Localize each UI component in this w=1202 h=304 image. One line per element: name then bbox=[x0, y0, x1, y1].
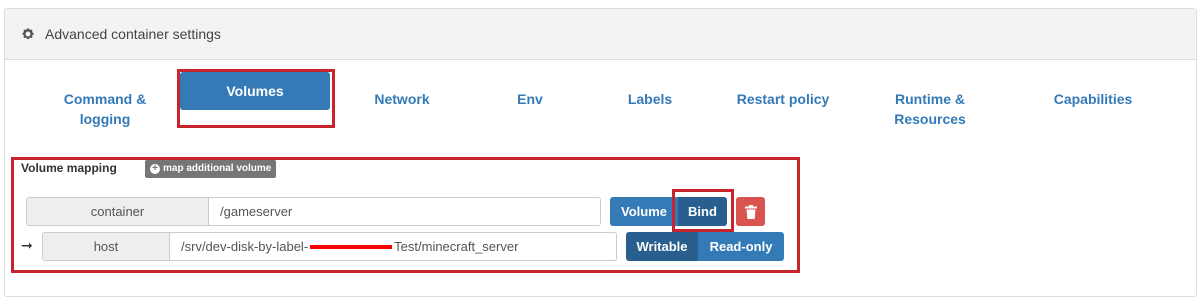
redaction-mark bbox=[310, 244, 393, 249]
tab-label-line: Runtime & bbox=[895, 91, 965, 107]
map-additional-volume-button[interactable]: + map additional volume bbox=[145, 160, 277, 178]
volume-mapping-label: Volume mapping bbox=[21, 161, 117, 175]
arrow-right-icon: ➞ bbox=[21, 237, 33, 253]
tab-command-logging[interactable]: Command & logging bbox=[55, 89, 155, 129]
tab-restart-policy[interactable]: Restart policy bbox=[722, 89, 844, 109]
host-addon: host bbox=[42, 232, 170, 261]
trash-icon bbox=[744, 205, 757, 219]
tab-network[interactable]: Network bbox=[352, 89, 452, 109]
tab-label-line: Command & bbox=[63, 91, 147, 107]
bind-type-button[interactable]: Bind bbox=[678, 197, 727, 226]
tab-label-line: Resources bbox=[894, 111, 966, 127]
panel-title: Advanced container settings bbox=[45, 26, 221, 42]
tab-volumes[interactable]: Volumes bbox=[180, 72, 330, 110]
map-additional-volume-label: map additional volume bbox=[163, 163, 272, 174]
tab-runtime-resources[interactable]: Runtime & Resources bbox=[875, 89, 985, 129]
tab-capabilities[interactable]: Capabilities bbox=[1038, 89, 1148, 109]
host-path-prefix: /srv/dev-disk-by-label- bbox=[181, 239, 309, 254]
writable-button[interactable]: Writable bbox=[626, 232, 698, 261]
container-path-input[interactable]: /gameserver bbox=[209, 197, 601, 226]
gear-icon bbox=[22, 28, 34, 39]
host-path-input[interactable]: /srv/dev-disk-by-label- Test/minecraft_s… bbox=[170, 232, 617, 261]
volume-type-button[interactable]: Volume bbox=[610, 197, 678, 226]
read-only-button[interactable]: Read-only bbox=[698, 232, 784, 261]
tab-env[interactable]: Env bbox=[490, 89, 570, 109]
container-addon: container bbox=[26, 197, 209, 226]
settings-tabs: Command & logging Volumes Network Env La… bbox=[0, 52, 1202, 142]
tab-labels[interactable]: Labels bbox=[610, 89, 690, 109]
host-path-suffix: Test/minecraft_server bbox=[394, 239, 519, 254]
plus-circle-icon: + bbox=[150, 164, 160, 174]
tab-label-line: logging bbox=[79, 111, 131, 127]
remove-volume-button[interactable] bbox=[736, 197, 765, 226]
